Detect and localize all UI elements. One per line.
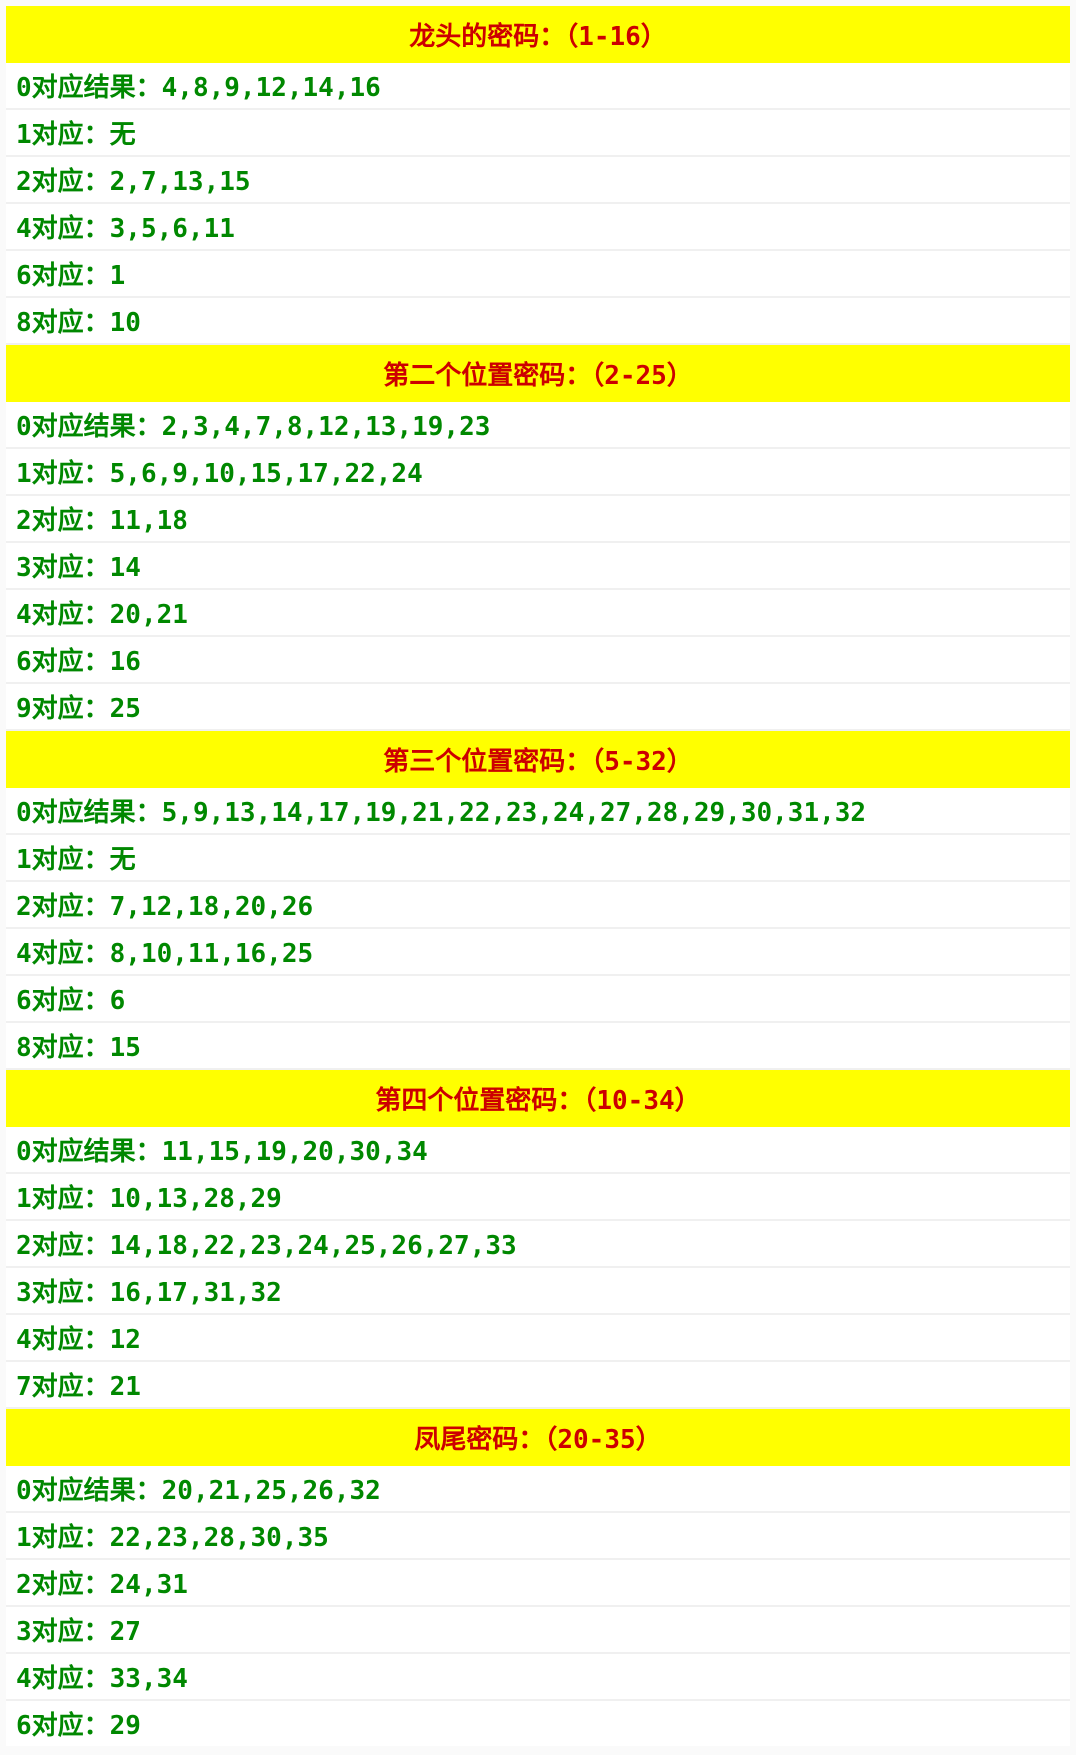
data-row: 6对应：29 bbox=[6, 1701, 1070, 1746]
data-row: 2对应：7,12,18,20,26 bbox=[6, 882, 1070, 929]
data-row: 7对应：21 bbox=[6, 1362, 1070, 1409]
data-row: 4对应：3,5,6,11 bbox=[6, 204, 1070, 251]
data-row: 9对应：25 bbox=[6, 684, 1070, 731]
data-row: 1对应：5,6,9,10,15,17,22,24 bbox=[6, 449, 1070, 496]
data-row: 1对应：无 bbox=[6, 835, 1070, 882]
data-row: 0对应结果：20,21,25,26,32 bbox=[6, 1466, 1070, 1513]
data-row: 6对应：1 bbox=[6, 251, 1070, 298]
data-row: 6对应：6 bbox=[6, 976, 1070, 1023]
code-table-container: 龙头的密码：（1-16）0对应结果：4,8,9,12,14,161对应：无2对应… bbox=[0, 0, 1076, 1752]
section-header: 第三个位置密码：（5-32） bbox=[6, 731, 1070, 788]
data-row: 3对应：16,17,31,32 bbox=[6, 1268, 1070, 1315]
data-row: 2对应：14,18,22,23,24,25,26,27,33 bbox=[6, 1221, 1070, 1268]
data-row: 4对应：12 bbox=[6, 1315, 1070, 1362]
data-row: 1对应：10,13,28,29 bbox=[6, 1174, 1070, 1221]
data-row: 3对应：27 bbox=[6, 1607, 1070, 1654]
data-row: 6对应：16 bbox=[6, 637, 1070, 684]
data-row: 4对应：33,34 bbox=[6, 1654, 1070, 1701]
data-row: 0对应结果：5,9,13,14,17,19,21,22,23,24,27,28,… bbox=[6, 788, 1070, 835]
data-row: 4对应：20,21 bbox=[6, 590, 1070, 637]
data-row: 8对应：15 bbox=[6, 1023, 1070, 1070]
data-row: 1对应：22,23,28,30,35 bbox=[6, 1513, 1070, 1560]
section-header: 凤尾密码：（20-35） bbox=[6, 1409, 1070, 1466]
data-row: 2对应：24,31 bbox=[6, 1560, 1070, 1607]
data-row: 4对应：8,10,11,16,25 bbox=[6, 929, 1070, 976]
data-row: 0对应结果：2,3,4,7,8,12,13,19,23 bbox=[6, 402, 1070, 449]
data-row: 1对应：无 bbox=[6, 110, 1070, 157]
section-header: 第二个位置密码：（2-25） bbox=[6, 345, 1070, 402]
data-row: 0对应结果：4,8,9,12,14,16 bbox=[6, 63, 1070, 110]
data-row: 3对应：14 bbox=[6, 543, 1070, 590]
section-header: 第四个位置密码：（10-34） bbox=[6, 1070, 1070, 1127]
data-row: 0对应结果：11,15,19,20,30,34 bbox=[6, 1127, 1070, 1174]
sections-list: 龙头的密码：（1-16）0对应结果：4,8,9,12,14,161对应：无2对应… bbox=[6, 6, 1070, 1746]
section-header: 龙头的密码：（1-16） bbox=[6, 6, 1070, 63]
data-row: 2对应：2,7,13,15 bbox=[6, 157, 1070, 204]
data-row: 2对应：11,18 bbox=[6, 496, 1070, 543]
data-row: 8对应：10 bbox=[6, 298, 1070, 345]
